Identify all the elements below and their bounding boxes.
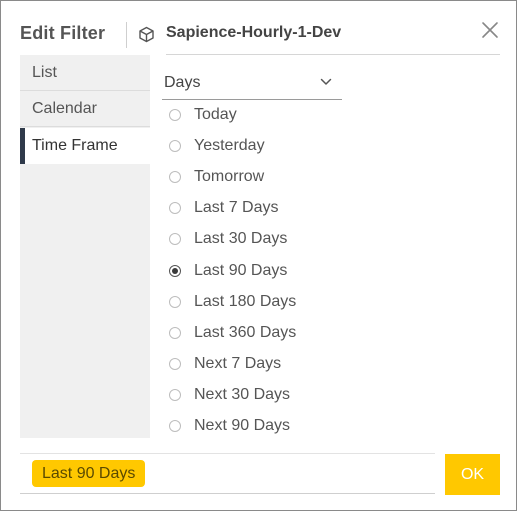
time-frame-option[interactable]: Tomorrow	[166, 163, 366, 193]
header-divider	[126, 22, 127, 48]
option-label: Next 7 Days	[194, 354, 282, 372]
radio-unchecked[interactable]	[169, 202, 181, 215]
time-frame-option[interactable]: Next 7 Days	[166, 350, 366, 380]
option-label: Last 90 Days	[194, 261, 288, 279]
radio-unchecked[interactable]	[169, 140, 181, 153]
radio-unchecked[interactable]	[169, 388, 181, 401]
radio-unchecked[interactable]	[169, 109, 181, 121]
ok-button[interactable]: OK	[445, 454, 500, 495]
option-label: Today	[194, 106, 237, 123]
close-icon[interactable]	[481, 21, 499, 39]
option-label: Last 180 Days	[194, 292, 297, 310]
radio-unchecked[interactable]	[169, 295, 181, 308]
time-frame-option[interactable]: Yesterday	[166, 132, 366, 162]
sidebar-item-calendar[interactable]: Calendar	[20, 91, 150, 127]
datasource-name: Sapience-Hourly-1-Dev	[166, 24, 342, 41]
footer-underline	[20, 493, 435, 494]
time-frame-option[interactable]: Next 30 Days	[166, 381, 366, 411]
time-frame-option[interactable]: Last 7 Days	[166, 194, 366, 224]
footer-divider	[20, 453, 435, 454]
radio-unchecked[interactable]	[169, 326, 181, 339]
cube-icon	[139, 26, 154, 43]
radio-unchecked[interactable]	[169, 171, 181, 184]
sidebar-item-label: List	[32, 64, 57, 81]
radio-unchecked[interactable]	[169, 233, 181, 246]
time-frame-option[interactable]: Next 90 Days	[166, 412, 366, 442]
option-label: Tomorrow	[194, 168, 265, 186]
time-frame-option[interactable]: Today	[166, 101, 366, 131]
radio-unchecked[interactable]	[169, 357, 181, 370]
dialog-title: Edit Filter	[20, 23, 106, 43]
chevron-down-icon	[320, 78, 332, 85]
sidebar-item-label: Calendar	[32, 100, 97, 117]
time-frame-option[interactable]: Last 90 Days	[166, 257, 366, 287]
header-underline	[166, 54, 500, 55]
dialog-header: Edit Filter Sapience-Hourly-1-Dev	[1, 1, 516, 55]
unit-select-value: Days	[164, 74, 201, 91]
radio-checked[interactable]	[169, 264, 181, 277]
unit-select[interactable]: Days	[162, 68, 342, 100]
sidebar-item-time-frame[interactable]: Time Frame	[20, 128, 150, 164]
filter-type-sidebar: List Calendar Time Frame	[20, 55, 150, 438]
option-label: Last 30 Days	[194, 230, 288, 248]
time-frame-option[interactable]: Last 30 Days	[166, 225, 366, 255]
option-label: Last 360 Days	[194, 323, 297, 341]
option-label: Next 90 Days	[194, 417, 291, 434]
selected-value-tag: Last 90 Days	[32, 460, 146, 487]
option-label: Yesterday	[194, 137, 265, 155]
time-frame-option[interactable]: Last 360 Days	[166, 319, 366, 349]
sidebar-item-label: Time Frame	[32, 137, 118, 154]
time-frame-option[interactable]: Last 180 Days	[166, 288, 366, 318]
radio-unchecked[interactable]	[169, 420, 181, 432]
option-label: Last 7 Days	[194, 199, 279, 217]
edit-filter-dialog: Edit Filter Sapience-Hourly-1-Dev List C…	[0, 0, 517, 511]
sidebar-item-list[interactable]: List	[20, 55, 150, 91]
option-label: Next 30 Days	[194, 385, 291, 403]
